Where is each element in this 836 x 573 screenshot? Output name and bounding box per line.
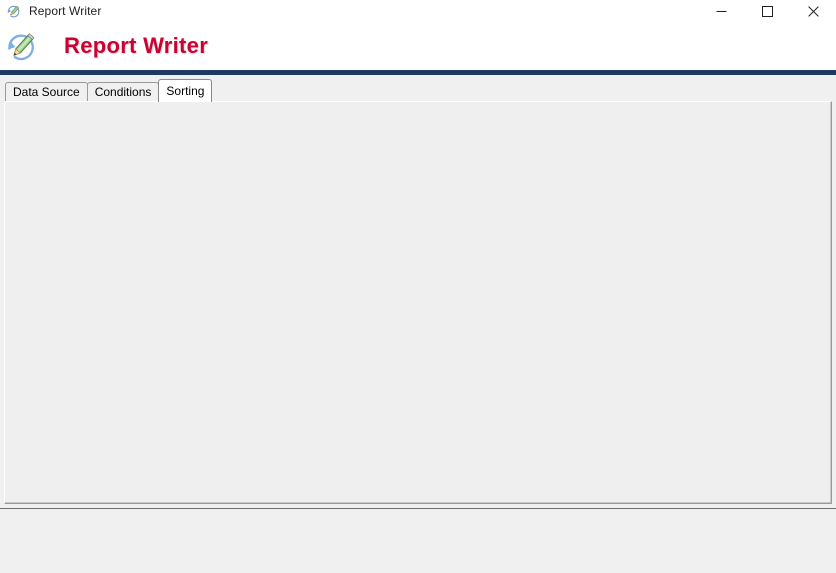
tab-sorting-label: Sorting	[166, 84, 205, 98]
minimize-icon	[716, 10, 726, 12]
close-window-button[interactable]	[790, 0, 836, 22]
report-writer-window: Report Writer Report Writer Data Source …	[0, 0, 836, 573]
pencil-refresh-icon	[7, 33, 35, 61]
pencil-refresh-icon	[7, 5, 20, 18]
tab-sorting[interactable]: Sorting	[158, 79, 213, 102]
maximize-button[interactable]	[744, 0, 790, 22]
tab-region: Data Source Conditions Sorting	[0, 75, 836, 508]
page-title: Report Writer	[64, 33, 209, 58]
window-titlebar: Report Writer	[0, 0, 836, 22]
tab-conditions-label: Conditions	[94, 85, 152, 99]
window-controls	[698, 0, 836, 22]
maximize-icon	[761, 5, 773, 17]
close-icon	[807, 5, 819, 17]
tab-data-source[interactable]: Data Source	[5, 82, 88, 101]
tab-data-source-label: Data Source	[13, 85, 80, 99]
minimize-button[interactable]	[698, 0, 744, 22]
command-bar: Save Retrieve X	[0, 509, 836, 573]
sorting-panel[interactable]	[4, 101, 832, 504]
app-header: Report Writer	[0, 22, 836, 70]
tab-conditions[interactable]: Conditions	[86, 82, 160, 101]
tab-strip: Data Source Conditions Sorting	[4, 79, 832, 102]
window-title: Report Writer	[29, 4, 102, 18]
